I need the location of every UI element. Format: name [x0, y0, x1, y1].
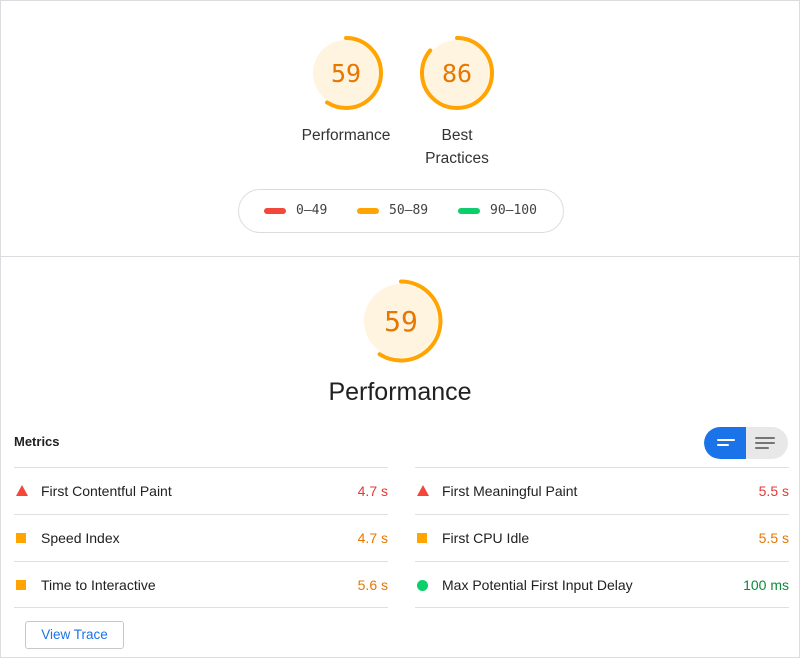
- metric-name: Speed Index: [41, 530, 120, 546]
- metric-value: 5.5 s: [758, 483, 789, 499]
- metric-name: Time to Interactive: [41, 577, 156, 593]
- metrics-column-left: First Contentful Paint 4.7 s Speed Index…: [14, 467, 388, 608]
- gauge-performance-score: 59: [331, 59, 361, 88]
- metric-value: 100 ms: [743, 577, 789, 593]
- legend-range-pass: 90–100: [490, 203, 537, 218]
- metrics-heading: Metrics: [14, 434, 60, 449]
- metric-value: 5.5 s: [758, 530, 789, 546]
- legend-swatch-average: [357, 208, 379, 214]
- metrics-view-toggle[interactable]: [704, 427, 788, 459]
- legend-range-fail: 0–49: [296, 203, 328, 218]
- score-summary: 59 Performance 86 Best Practices 0–49 50…: [0, 0, 800, 257]
- legend-swatch-pass: [458, 208, 480, 214]
- expanded-view-icon[interactable]: [704, 427, 746, 459]
- gauge-best-practices-label: Best Practices: [397, 124, 517, 170]
- metric-row: Time to Interactive 5.6 s: [14, 561, 388, 608]
- metric-value: 4.7 s: [357, 530, 388, 546]
- gauge-best-practices-label-line2: Practices: [425, 150, 489, 167]
- average-square-icon: [16, 533, 26, 543]
- view-trace-button[interactable]: View Trace: [25, 621, 124, 649]
- metric-name: First Meaningful Paint: [442, 483, 578, 499]
- performance-gauge-score: 59: [384, 305, 418, 338]
- gauge-performance-label: Performance: [301, 127, 391, 144]
- metric-row: First Contentful Paint 4.7 s: [14, 467, 388, 514]
- performance-title: Performance: [328, 378, 472, 406]
- average-square-icon: [417, 533, 427, 543]
- gauge-performance-ring: 59: [309, 36, 383, 110]
- fail-triangle-icon: [417, 485, 429, 496]
- legend-range-average: 50–89: [389, 203, 429, 218]
- average-square-icon: [16, 580, 26, 590]
- metric-row: First CPU Idle 5.5 s: [415, 514, 789, 561]
- score-legend: 0–49 50–89 90–100: [238, 189, 564, 233]
- gauge-best-practices-score: 86: [442, 59, 472, 88]
- gauge-best-practices-label-line1: Best: [441, 127, 473, 144]
- metric-name: First CPU Idle: [442, 530, 530, 546]
- legend-swatch-fail: [264, 208, 286, 214]
- pass-circle-icon: [417, 580, 428, 591]
- gauge-performance[interactable]: 59 Performance: [286, 34, 406, 147]
- metric-row: First Meaningful Paint 5.5 s: [415, 467, 789, 514]
- gauge-best-practices-ring: 86: [420, 36, 494, 110]
- metric-name: First Contentful Paint: [41, 483, 172, 499]
- performance-gauge: 59: [359, 279, 443, 363]
- metrics-column-right: First Meaningful Paint 5.5 s First CPU I…: [415, 467, 789, 608]
- metric-row: Max Potential First Input Delay 100 ms: [415, 561, 789, 608]
- fail-triangle-icon: [16, 485, 28, 496]
- metric-name: Max Potential First Input Delay: [442, 577, 633, 593]
- list-view-icon[interactable]: [746, 427, 788, 459]
- metric-value: 4.7 s: [357, 483, 388, 499]
- metric-row: Speed Index 4.7 s: [14, 514, 388, 561]
- gauge-best-practices[interactable]: 86 Best Practices: [397, 34, 517, 170]
- metric-value: 5.6 s: [357, 577, 388, 593]
